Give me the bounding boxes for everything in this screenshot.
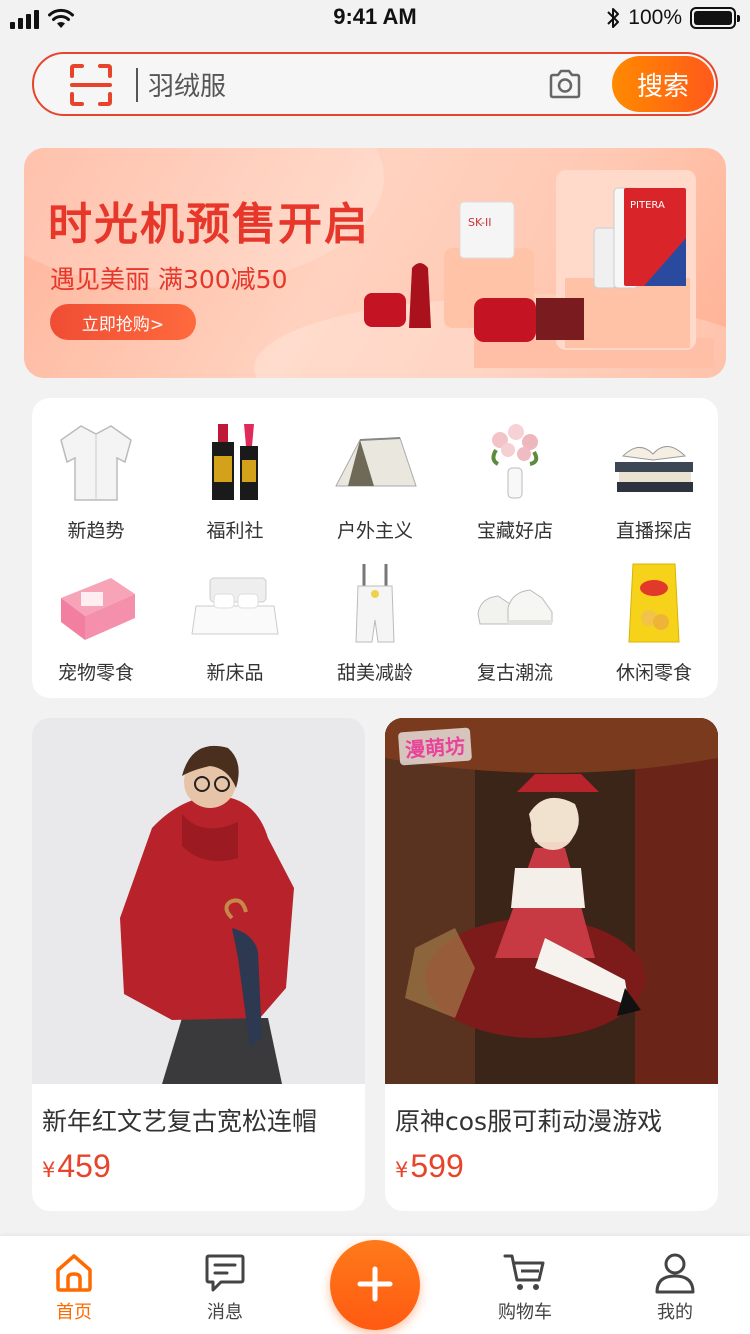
tab-label: 消息: [207, 1302, 243, 1323]
tab-cart[interactable]: 购物车: [475, 1250, 575, 1324]
category-item[interactable]: 福利社: [175, 416, 295, 546]
promo-banner[interactable]: 时光机预售开启 遇见美丽 满300减50 立即抢购> SK-II PITERA: [24, 148, 726, 378]
tab-label: 首页: [56, 1302, 92, 1323]
currency-symbol: ¥: [42, 1158, 56, 1182]
category-label: 户外主义: [336, 520, 413, 542]
publish-plus-button[interactable]: [330, 1240, 420, 1330]
chips-bag-icon: [628, 563, 680, 643]
category-label: 新趋势: [67, 520, 125, 542]
home-icon: [56, 1254, 92, 1292]
cart-icon: [503, 1254, 545, 1290]
camera-icon[interactable]: [548, 68, 582, 100]
sneakers-icon: [477, 589, 553, 625]
price-value: 599: [410, 1148, 464, 1184]
category-item[interactable]: 直播探店: [594, 416, 714, 546]
category-item[interactable]: 宠物零食: [36, 558, 156, 688]
category-label: 直播探店: [615, 520, 692, 542]
product-card[interactable]: 漫萌坊 原神cos服可莉动漫游戏 ¥599: [385, 718, 718, 1211]
flower-vase-icon: [491, 424, 539, 499]
currency-symbol: ¥: [395, 1158, 409, 1182]
category-label: 宠物零食: [57, 662, 134, 684]
red-coat-photo: [32, 718, 365, 1084]
bluetooth-icon: [607, 8, 620, 28]
category-item[interactable]: 复古潮流: [455, 558, 575, 688]
search-input[interactable]: [148, 64, 528, 104]
skincare-products-image: SK-II PITERA: [364, 170, 714, 368]
plus-icon: [357, 1266, 393, 1301]
product-title: 新年红文艺复古宽松连帽: [42, 1107, 318, 1136]
scan-icon[interactable]: [70, 64, 112, 106]
category-item[interactable]: 新趋势: [36, 416, 156, 546]
search-button[interactable]: 搜索: [612, 56, 714, 112]
category-label: 新床品: [206, 662, 264, 684]
search-bar[interactable]: 搜索: [32, 52, 718, 116]
category-label: 福利社: [206, 520, 264, 542]
category-item[interactable]: 户外主义: [315, 416, 435, 546]
category-label: 休闲零食: [615, 662, 692, 684]
status-right: 100%: [606, 6, 740, 30]
sk-label: SK-II: [468, 216, 492, 229]
user-icon: [655, 1253, 695, 1294]
search-divider: [136, 68, 138, 102]
product-card[interactable]: 新年红文艺复古宽松连帽 ¥459: [32, 718, 365, 1211]
message-icon: [205, 1254, 245, 1292]
category-label: 甜美减龄: [336, 662, 413, 684]
pet-snack-box-icon: [61, 578, 135, 640]
battery-icon: [690, 7, 740, 29]
product-image: [32, 718, 365, 1084]
tent-icon: [335, 437, 417, 487]
buy-now-button[interactable]: 立即抢购>: [50, 304, 196, 340]
category-item[interactable]: 甜美减龄: [315, 558, 435, 688]
lipstick-icon: [212, 424, 258, 500]
product-image: 漫萌坊: [385, 718, 718, 1084]
category-item[interactable]: 宝藏好店: [455, 416, 575, 546]
category-grid: 新趋势 福利社 户外主义 宝藏好店 直播探店 宠物零食 新床品 甜美减龄 复古潮…: [32, 398, 718, 698]
category-item[interactable]: 新床品: [175, 558, 295, 688]
tab-me[interactable]: 我的: [625, 1250, 725, 1324]
books-icon: [615, 446, 693, 492]
cosplay-photo: [385, 718, 718, 1084]
price-value: 459: [57, 1148, 111, 1184]
tab-label: 购物车: [498, 1302, 552, 1323]
category-label: 复古潮流: [476, 662, 553, 684]
product-title: 原神cos服可莉动漫游戏: [395, 1107, 663, 1136]
category-item[interactable]: 休闲零食: [594, 558, 714, 688]
status-bar: 9:41 AM 100%: [0, 0, 750, 40]
tab-home[interactable]: 首页: [24, 1250, 124, 1324]
overalls-icon: [355, 564, 395, 643]
tab-messages[interactable]: 消息: [175, 1250, 275, 1324]
battery-percent: 100%: [628, 6, 682, 29]
pitera-label: PITERA: [630, 200, 665, 211]
watermark-badge: 漫萌坊: [397, 727, 473, 766]
product-price: ¥599: [395, 1148, 464, 1185]
product-price: ¥459: [42, 1148, 111, 1185]
banner-title: 时光机预售开启: [48, 199, 370, 250]
bed-icon: [191, 577, 279, 635]
category-label: 宝藏好店: [476, 520, 553, 542]
shirt-icon: [60, 425, 132, 501]
tab-label: 我的: [657, 1302, 693, 1323]
banner-subtitle: 遇见美丽 满300减50: [50, 265, 288, 294]
